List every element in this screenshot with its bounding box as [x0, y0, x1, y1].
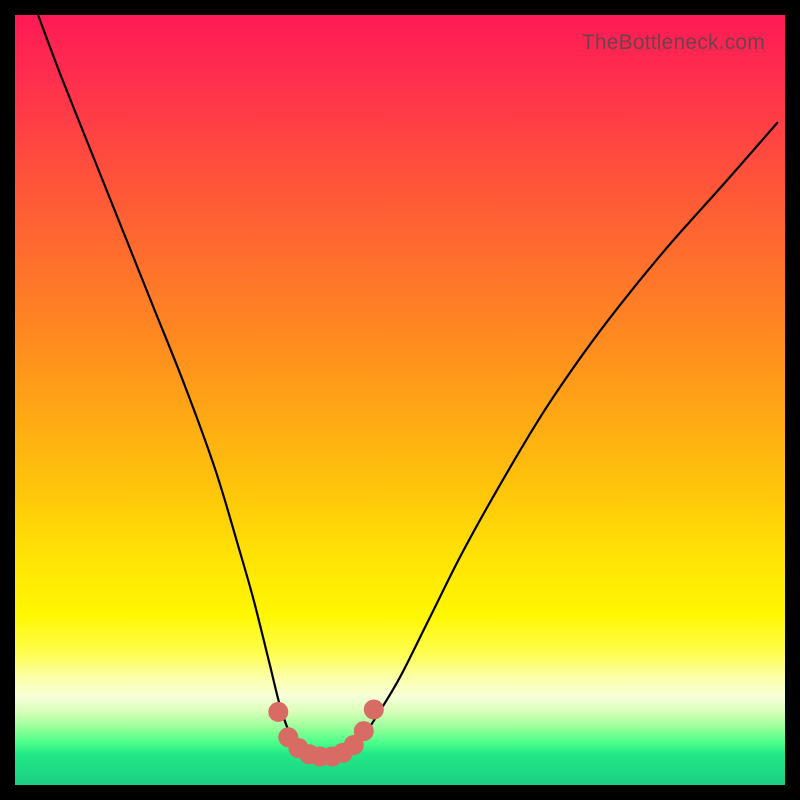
curve-layer — [15, 15, 785, 785]
chart-frame: TheBottleneck.com — [0, 0, 800, 800]
marker-dot — [364, 700, 384, 720]
bottom-marker-cluster — [268, 700, 384, 767]
marker-dot — [354, 721, 374, 741]
plot-area: TheBottleneck.com — [15, 15, 785, 785]
marker-dot — [268, 702, 288, 722]
bottleneck-curve — [38, 15, 777, 759]
watermark-text: TheBottleneck.com — [582, 31, 765, 55]
